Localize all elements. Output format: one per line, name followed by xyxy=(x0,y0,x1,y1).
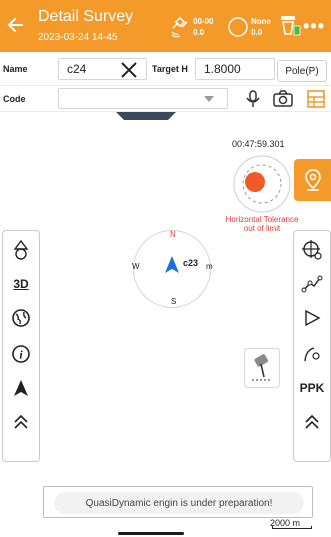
curve-pin-icon xyxy=(304,347,320,362)
target-h-field[interactable]: 1.8000 xyxy=(195,58,275,80)
microphone-icon[interactable] xyxy=(244,89,262,109)
solution-sub: 0.0 xyxy=(251,28,263,37)
compass-south: S xyxy=(171,297,177,306)
code-list-icon[interactable] xyxy=(306,89,326,109)
left-toolbar: 3D i xyxy=(2,230,40,462)
satellite-sub: 0.0 xyxy=(193,28,205,37)
expand-left-button[interactable] xyxy=(3,407,39,437)
code-row: Code xyxy=(0,86,331,112)
play-icon xyxy=(305,309,321,327)
tilt-pole-icon xyxy=(252,354,272,381)
toast-message: QuasiDynamic engin is under preparation! xyxy=(43,486,313,518)
scale-bar xyxy=(272,526,312,529)
page-title: Detail Survey xyxy=(38,8,134,25)
app-header: Detail Survey 2023-03-24 14-45 00-00 0.0… xyxy=(0,0,331,52)
globe-icon xyxy=(12,309,30,327)
toast-text: QuasiDynamic engin is under preparation! xyxy=(54,492,304,514)
right-toolbar: PPK xyxy=(293,230,331,462)
target-h-value: 1.8000 xyxy=(204,62,241,76)
double-chevron-up-icon xyxy=(305,414,319,429)
curve-button[interactable] xyxy=(294,339,330,369)
polyline-icon xyxy=(301,275,323,293)
datetime-text: 2023-03-24 14-45 xyxy=(38,32,118,43)
solution-status[interactable]: None 0.0 xyxy=(227,12,271,42)
more-menu-icon[interactable]: ••• xyxy=(303,16,325,37)
back-arrow-icon[interactable] xyxy=(6,10,26,40)
name-row: Name c24 Target H 1.8000 Pole(P) xyxy=(0,52,331,86)
tolerance-indicator xyxy=(233,155,291,213)
solution-type: None xyxy=(251,17,271,26)
play-button[interactable] xyxy=(294,303,330,333)
globe-button[interactable] xyxy=(3,303,39,333)
solution-circle-icon xyxy=(228,17,248,37)
navigation-arrow-icon xyxy=(14,380,28,396)
dropdown-arrow-icon[interactable] xyxy=(203,95,215,103)
view-3d-button[interactable]: 3D xyxy=(3,269,39,299)
svg-text:i: i xyxy=(19,348,23,362)
double-chevron-up-icon xyxy=(14,414,28,429)
tolerance-warning: Horizontal Tolerance out of limit xyxy=(225,215,299,233)
elapsed-timer: 00:47:59.301 xyxy=(232,139,285,149)
expand-right-button[interactable] xyxy=(294,407,330,437)
tilt-measure-button[interactable] xyxy=(244,348,280,388)
compass-east: m xyxy=(206,262,213,271)
ppk-label: PPK xyxy=(299,381,325,395)
position-arrow-icon xyxy=(165,256,179,273)
map-view[interactable]: 00:47:59.301 Horizontal Tolerance out of… xyxy=(0,112,331,537)
info-button[interactable]: i xyxy=(3,339,39,369)
compass-west: W xyxy=(132,262,140,271)
info-icon: i xyxy=(12,345,30,363)
satellite-count: 00-00 xyxy=(193,17,214,26)
center-location-button[interactable] xyxy=(294,235,330,265)
pole-button[interactable]: Pole(P) xyxy=(277,60,327,82)
name-value: c24 xyxy=(67,62,87,76)
clear-icon[interactable] xyxy=(120,61,138,79)
collapse-handle[interactable] xyxy=(116,112,176,120)
polyline-button[interactable] xyxy=(294,269,330,299)
code-label: Code xyxy=(3,94,26,104)
antenna-icon xyxy=(13,239,29,260)
navigate-button[interactable] xyxy=(3,373,39,403)
stakeout-button[interactable] xyxy=(294,159,331,201)
home-indicator[interactable] xyxy=(118,532,184,535)
antenna-button[interactable] xyxy=(3,235,39,265)
location-pin-icon xyxy=(304,169,321,191)
compass-north: N xyxy=(170,230,176,239)
target-h-label: Target H xyxy=(152,64,188,74)
satellite-icon xyxy=(171,16,188,38)
view-3d-label: 3D xyxy=(13,277,29,291)
satellite-status[interactable]: 00-00 0.0 xyxy=(169,12,213,42)
receiver-battery-icon[interactable] xyxy=(278,14,302,38)
camera-icon[interactable] xyxy=(272,89,294,109)
point-label: c23 xyxy=(183,258,199,268)
crosshair-pin-icon xyxy=(302,240,322,260)
name-label: Name xyxy=(3,64,28,74)
ppk-button[interactable]: PPK xyxy=(294,373,330,403)
